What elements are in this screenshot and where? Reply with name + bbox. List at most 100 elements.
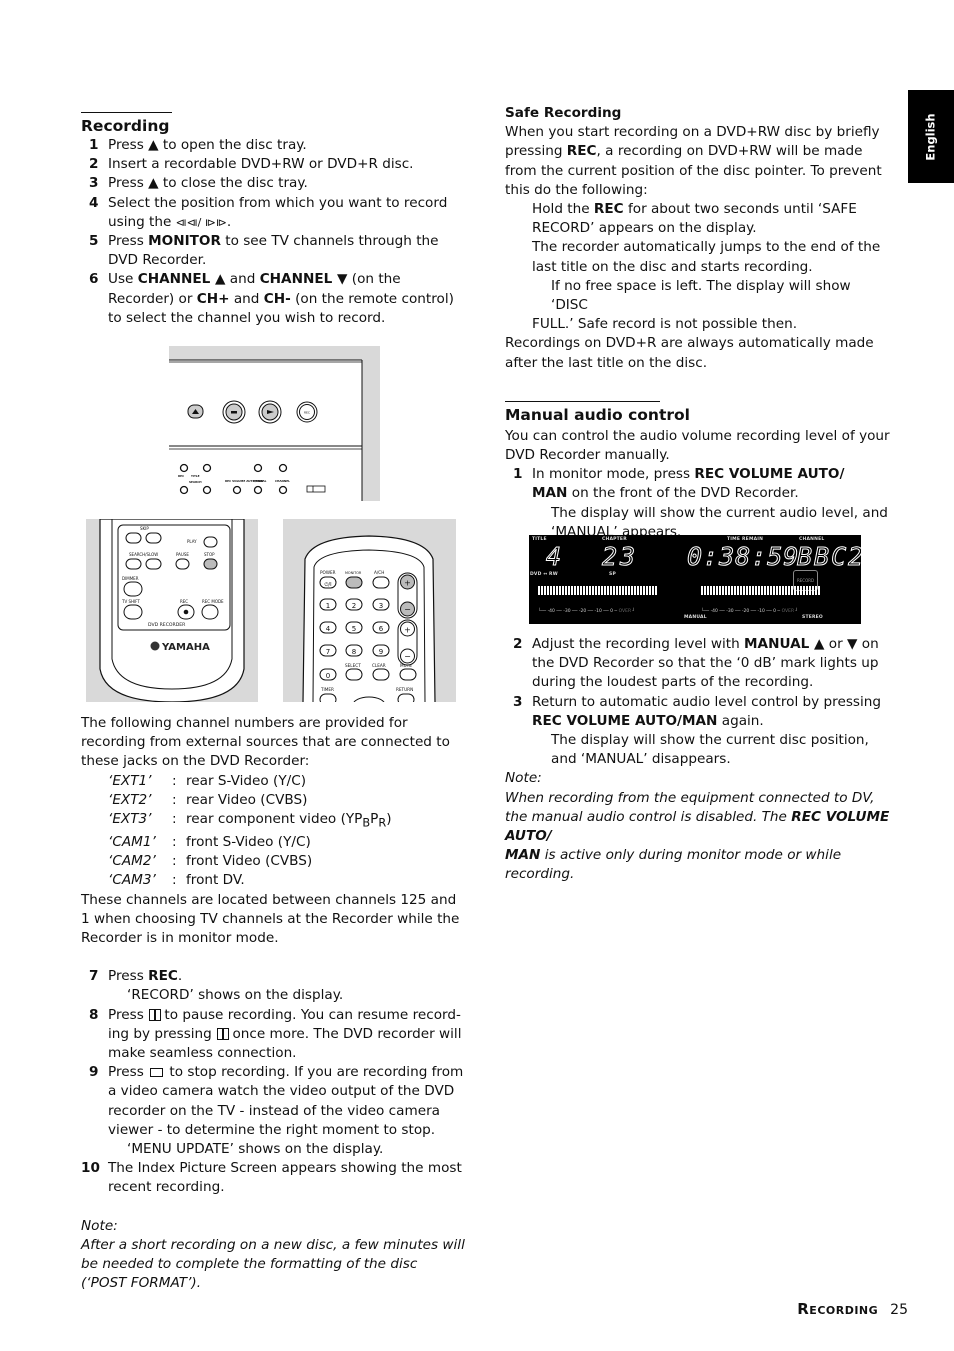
level-meter-segment xyxy=(628,586,630,595)
step-10: 10 The Index Picture Screen appears showi… xyxy=(81,1160,462,1196)
level-meter-segment xyxy=(755,586,757,595)
pause-icon xyxy=(148,1008,162,1021)
eject-icon: ▲ xyxy=(148,175,159,192)
step-3: 3 Press ▲ to close the disc tray. xyxy=(89,175,308,192)
note-text: When recording from the equipment connec… xyxy=(505,789,890,883)
svg-text:4: 4 xyxy=(326,625,331,633)
level-meter-segment xyxy=(737,586,739,595)
jack-row: ‘CAM2’: front Video (CVBS) xyxy=(108,853,313,870)
svg-text:−: − xyxy=(404,652,411,661)
level-meter-segment xyxy=(631,586,633,595)
level-meter-segment xyxy=(553,586,555,595)
manual-steps-lower: 2 Adjust the recording level with MANUAL … xyxy=(505,635,890,885)
page-footer: Recording 25 xyxy=(797,1300,908,1320)
page-number: 25 xyxy=(890,1302,908,1318)
step-8: 8 Press to pause recording. You can resum… xyxy=(89,1006,462,1061)
level-meter-segment xyxy=(610,586,612,595)
level-meter-segment xyxy=(701,586,703,595)
svg-text:5: 5 xyxy=(352,625,356,633)
svg-text:3: 3 xyxy=(379,602,383,610)
level-meter-segment xyxy=(622,586,624,595)
svg-text:+: + xyxy=(404,579,411,588)
remote-control-figure-left: SKIP PLAY SEARCH/SLOW PAUSE STOP DIMMER … xyxy=(86,519,258,702)
level-meter-segment xyxy=(767,586,769,595)
svg-text:REC: REC xyxy=(304,411,310,415)
level-meter-segment xyxy=(565,586,567,595)
level-meter-segment xyxy=(577,586,579,595)
stop-icon xyxy=(150,1068,164,1078)
rec-button: REC xyxy=(296,401,318,423)
level-meter-segment xyxy=(649,586,651,595)
level-meter-segment xyxy=(752,586,754,595)
svg-text:RETURN: RETURN xyxy=(396,687,413,692)
level-meter-segment xyxy=(619,586,621,595)
level-meter-segment xyxy=(731,586,733,595)
display-mode-label: SP xyxy=(609,572,616,577)
svg-text:TIMER: TIMER xyxy=(320,687,334,692)
level-meter-segment xyxy=(592,586,594,595)
step-7: 7 Press REC. ‘RECORD’ shows on the display… xyxy=(89,968,344,1004)
level-meter-segment xyxy=(556,586,558,595)
jacks-outro: These channels are located between chann… xyxy=(81,891,460,946)
remote-right-illustration: POWER MONITOR A/CH CH VOL SELECT CLEAR M… xyxy=(302,535,436,702)
safe-paragraph-1: When you start recording on a DVD+RW dis… xyxy=(505,124,882,198)
display-title-value: 4 xyxy=(545,542,565,571)
svg-text:DIMMER: DIMMER xyxy=(122,576,139,581)
level-meter-segment xyxy=(568,586,570,595)
recorder-display-figure: TITLE CHAPTER TIME REMAIN CHANNEL 4 23 0… xyxy=(529,535,864,624)
level-meter-segment xyxy=(640,586,642,595)
level-meter-segment xyxy=(637,586,639,595)
level-meter-segment xyxy=(571,586,573,595)
recording-section: Recording 1 Press ▲ to open the disc tray… xyxy=(81,112,461,328)
section-title-safe-recording: Safe Recording xyxy=(505,105,622,121)
stop-button xyxy=(222,400,246,424)
level-meter-segment xyxy=(616,586,618,595)
panel-label: REC xyxy=(178,474,184,478)
level-meter-segment xyxy=(544,586,546,595)
level-meter-segment xyxy=(776,586,778,595)
skip-prev-next-icon: ⧏⧏/ ⧐⧐ xyxy=(175,215,227,229)
level-meter-segment xyxy=(773,586,775,595)
language-label: English xyxy=(923,112,938,161)
level-meter-segment xyxy=(547,586,549,595)
svg-text:TV SHIFT: TV SHIFT xyxy=(121,599,140,604)
level-meter-segment xyxy=(655,586,657,595)
step-4: 4 Select the position from which you want… xyxy=(89,194,448,230)
panel-label: TITLE xyxy=(191,474,200,478)
panel-label: SEARCH xyxy=(189,480,202,484)
manual-step-3: 3 Return to automatic audio level control… xyxy=(513,693,882,768)
pause-icon xyxy=(216,1027,230,1040)
svg-text:A/CH: A/CH xyxy=(374,570,384,575)
level-meter-segment xyxy=(707,586,709,595)
level-meter-segment xyxy=(758,586,760,595)
svg-text:⏻/I: ⏻/I xyxy=(324,582,331,588)
svg-text:SELECT: SELECT xyxy=(345,663,361,668)
level-meter-segment xyxy=(749,586,751,595)
level-meter-segment xyxy=(538,586,540,595)
level-meter-segment xyxy=(580,586,582,595)
display-title-label: TITLE xyxy=(532,537,547,542)
level-meter-segment xyxy=(743,586,745,595)
section-rule xyxy=(81,112,172,113)
level-meter-segment xyxy=(586,586,588,595)
safe-paragraph-2: Recordings on DVD+R are always automatic… xyxy=(505,335,874,371)
level-meter-segment xyxy=(764,586,766,595)
level-scale-left: └── -40 ── -30 ── -20 ── -10 ── 0 ─ OVER… xyxy=(538,609,636,614)
jack-row: ‘EXT3’: rear component video (YPBPR) xyxy=(108,811,392,830)
level-meter-segment xyxy=(782,586,784,595)
level-meter-segment xyxy=(652,586,654,595)
level-meter-right xyxy=(701,586,820,595)
svg-text:SKIP: SKIP xyxy=(140,526,149,531)
section-title-recording: Recording xyxy=(81,117,170,135)
step-2: 2 Insert a recordable DVD+RW or DVD+R dis… xyxy=(89,156,414,173)
svg-text:MONITOR: MONITOR xyxy=(345,571,362,575)
level-meter-segment xyxy=(595,586,597,595)
step-1: 1 Press ▲ to open the disc tray. xyxy=(89,137,307,153)
level-meter-segment xyxy=(634,586,636,595)
svg-text:CLEAR: CLEAR xyxy=(372,663,386,668)
level-meter-segment xyxy=(562,586,564,595)
svg-text:2: 2 xyxy=(352,602,356,610)
level-meter-segment xyxy=(803,586,805,595)
svg-text:9: 9 xyxy=(379,648,383,656)
remote-control-figure-right: POWER MONITOR A/CH CH VOL SELECT CLEAR M… xyxy=(283,519,456,702)
